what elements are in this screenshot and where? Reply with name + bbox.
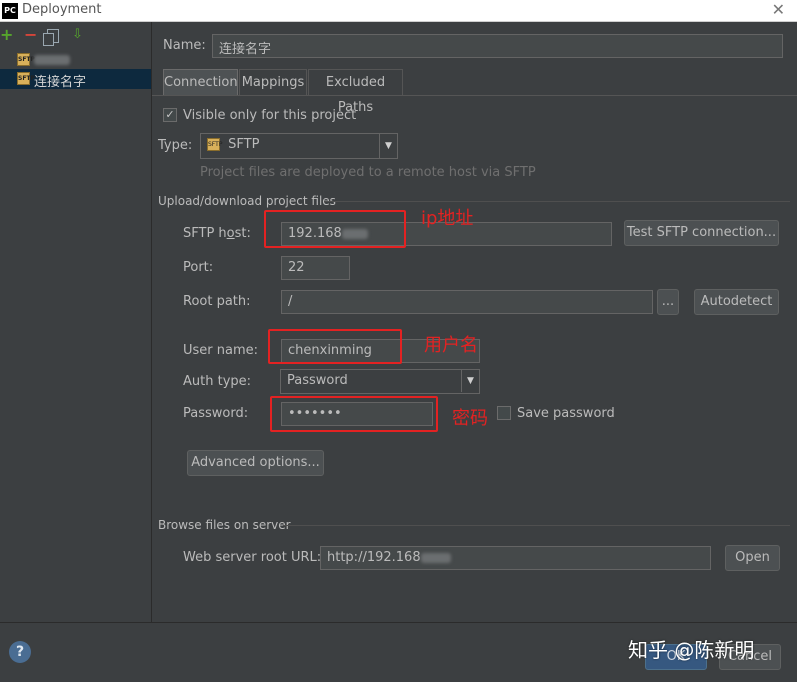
type-label: Type: [158, 138, 193, 153]
pycharm-icon: PC [2, 3, 18, 19]
watermark: 知乎 @陈新明 [628, 638, 755, 662]
copy-server-icon[interactable] [43, 29, 59, 46]
password-label: Password: [183, 406, 249, 421]
type-hint: Project files are deployed to a remote h… [200, 165, 536, 180]
server-item-label [34, 52, 70, 67]
user-name-label: User name: [183, 343, 259, 358]
tab-mappings[interactable]: Mappings [239, 69, 307, 95]
password-annotation-box [270, 396, 438, 432]
sftp-icon: SFTP [17, 72, 35, 85]
advanced-options-button[interactable]: Advanced options... [187, 450, 324, 476]
server-list-panel: + − ⇩ SFTP SFTP 连接名字 [0, 22, 152, 622]
visible-only-checkbox[interactable]: ✓ [163, 108, 177, 122]
type-select-value: SFTP [228, 137, 260, 152]
chevron-down-icon: ▼ [461, 370, 479, 392]
server-item-label: 连接名字 [34, 75, 87, 90]
port-input[interactable]: 22 [281, 256, 350, 280]
test-sftp-connection-button[interactable]: Test SFTP connection... [624, 220, 779, 246]
name-label: Name: [163, 38, 206, 53]
type-select[interactable]: SFTP SFTP ▼ [200, 133, 398, 159]
save-password-label: Save password [517, 406, 615, 421]
sftp-icon: SFTP [207, 138, 222, 151]
section-divider [283, 525, 790, 526]
auth-type-value: Password [287, 373, 348, 388]
remove-server-icon[interactable]: − [24, 26, 37, 44]
save-password-checkbox[interactable] [497, 406, 511, 420]
browse-section-title: Browse files on server [158, 518, 291, 532]
root-path-label: Root path: [183, 294, 251, 309]
ip-annotation: ip地址 [421, 208, 474, 229]
chevron-down-icon: ▼ [379, 134, 397, 158]
user-annotation: 用户名 [424, 335, 478, 356]
web-root-url-input[interactable]: http://192.168 [320, 546, 711, 570]
tab-divider [152, 95, 797, 96]
upload-section-title: Upload/download project files [158, 194, 336, 208]
help-icon[interactable]: ? [9, 641, 31, 663]
port-label: Port: [183, 260, 214, 275]
section-divider [324, 201, 790, 202]
footer-divider [0, 622, 797, 623]
root-path-input[interactable]: / [281, 290, 653, 314]
close-icon[interactable]: ✕ [772, 0, 785, 19]
server-toolbar: + − ⇩ [0, 26, 150, 46]
open-button[interactable]: Open [725, 545, 780, 571]
server-item-selected[interactable]: SFTP 连接名字 [0, 69, 151, 90]
server-item[interactable]: SFTP [0, 50, 151, 70]
sftp-host-label: SFTP host: [183, 226, 251, 241]
auth-type-select[interactable]: Password ▼ [280, 369, 480, 394]
web-root-label: Web server root URL: [183, 550, 322, 565]
auth-type-label: Auth type: [183, 374, 252, 389]
user-annotation-box [268, 329, 402, 364]
sftp-icon: SFTP [17, 53, 35, 66]
name-input[interactable]: 连接名字 [212, 34, 783, 58]
autodetect-button[interactable]: Autodetect [694, 289, 779, 315]
tab-excluded-paths[interactable]: Excluded Paths [308, 69, 403, 115]
set-default-icon[interactable]: ⇩ [72, 26, 83, 44]
web-root-value: http://192.168 [327, 550, 421, 565]
window-title: Deployment [22, 2, 102, 17]
password-annotation: 密码 [452, 408, 488, 429]
browse-root-button[interactable]: ... [657, 289, 679, 315]
tab-connection[interactable]: Connection [163, 69, 238, 95]
add-server-icon[interactable]: + [0, 26, 13, 44]
title-bar: PC Deployment ✕ [0, 0, 797, 22]
visible-only-label: Visible only for this project [183, 108, 357, 123]
ip-annotation-box [264, 210, 406, 248]
